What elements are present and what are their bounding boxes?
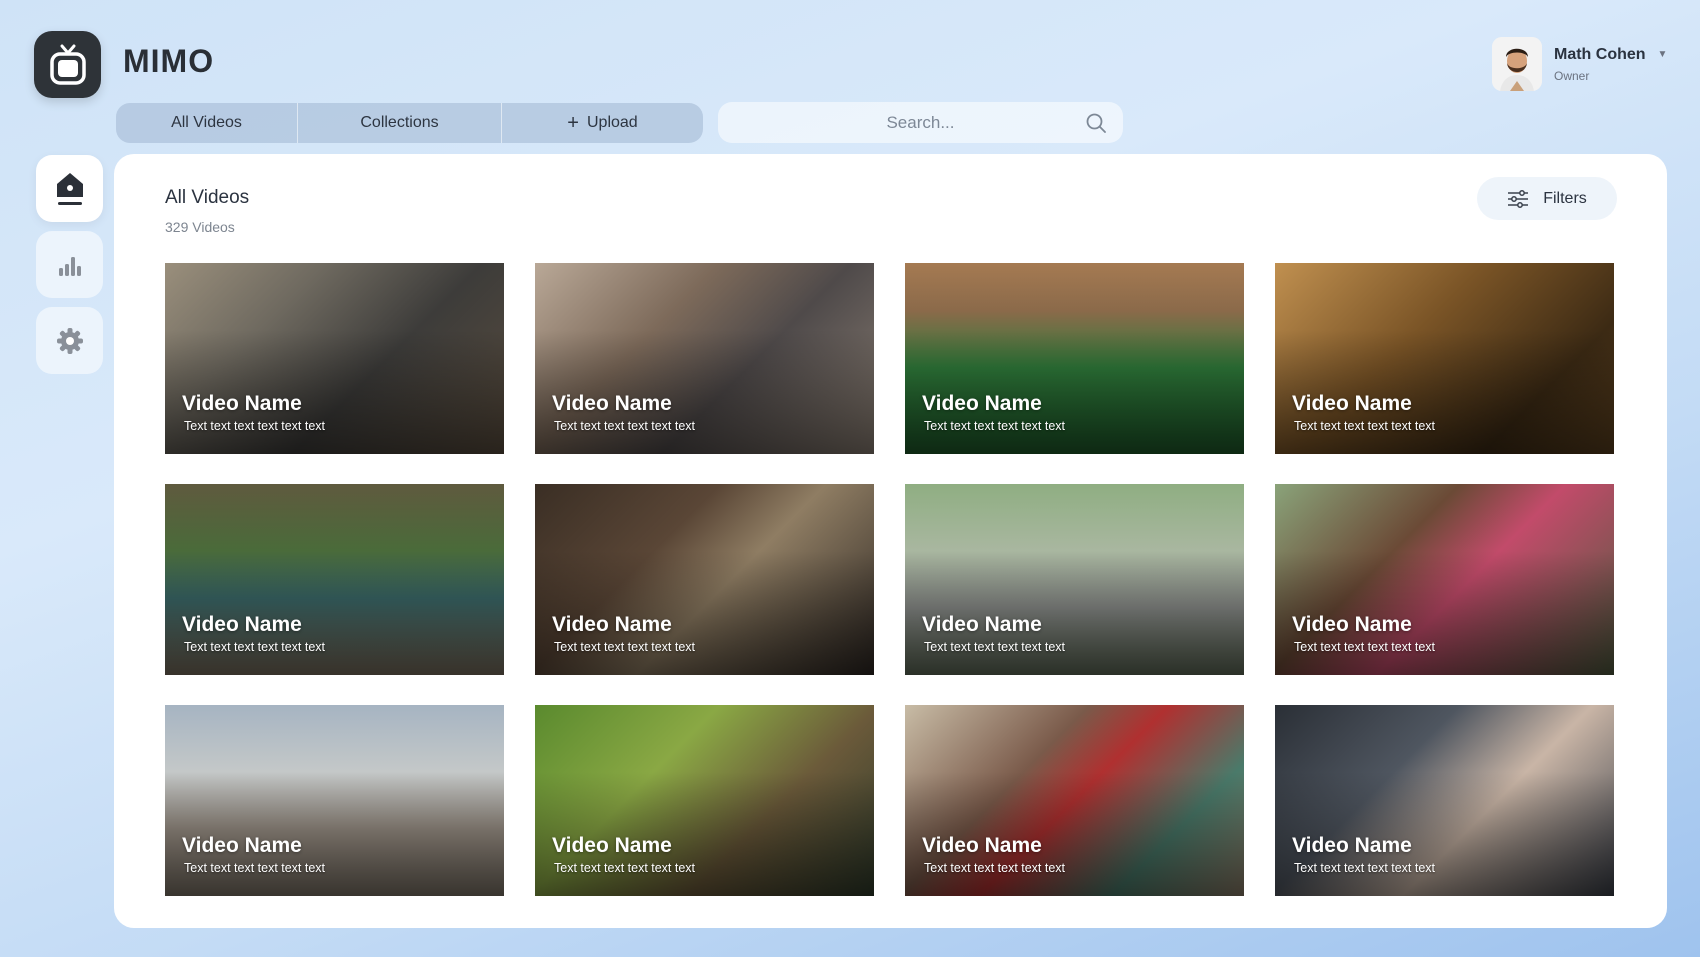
video-title: Video Name [182,392,302,415]
main-panel: All Videos 329 Videos Filters Video Name… [114,154,1667,928]
video-card[interactable]: Video Name Text text text text text text [165,705,504,896]
video-description: Text text text text text text [924,640,1066,654]
search-icon[interactable] [1085,112,1107,134]
app-logo[interactable] [34,31,101,98]
video-title: Video Name [922,613,1042,636]
video-description: Text text text text text text [184,419,326,433]
video-card[interactable]: Video Name Text text text text text text [535,263,874,454]
chevron-down-icon[interactable]: ▼ [1658,49,1668,60]
sidebar-item-settings[interactable] [36,307,103,374]
plus-icon: + [567,112,579,134]
video-card[interactable]: Video Name Text text text text text text [1275,484,1614,675]
tv-icon [49,44,86,85]
top-tabs: All Videos Collections + Upload [116,103,703,143]
video-description: Text text text text text text [924,419,1066,433]
video-grid: Video Name Text text text text text text V… [165,263,1614,896]
video-card[interactable]: Video Name Text text text text text text [165,263,504,454]
video-title: Video Name [182,834,302,857]
upload-button[interactable]: + Upload [501,103,703,143]
tab-collections[interactable]: Collections [297,103,501,143]
user-profile[interactable]: Math Cohen ▼ Owner [1492,37,1667,91]
video-description: Text text text text text text [924,861,1066,875]
video-description: Text text text text text text [554,861,696,875]
bar-chart-icon [58,256,81,276]
tab-all-videos[interactable]: All Videos [116,103,297,143]
video-title: Video Name [552,392,672,415]
video-description: Text text text text text text [1294,419,1436,433]
video-card[interactable]: Video Name Text text text text text text [1275,263,1614,454]
video-description: Text text text text text text [1294,640,1436,654]
search-input[interactable] [718,102,1123,143]
sidebar-item-home[interactable] [36,155,103,222]
video-card[interactable]: Video Name Text text text text text text [165,484,504,675]
video-card[interactable]: Video Name Text text text text text text [535,484,874,675]
page-title: All Videos [165,187,250,208]
video-description: Text text text text text text [1294,861,1436,875]
video-title: Video Name [1292,834,1412,857]
gear-icon [56,327,83,354]
user-role: Owner [1554,68,1590,83]
search-box [718,102,1123,143]
video-title: Video Name [922,392,1042,415]
video-title: Video Name [1292,613,1412,636]
video-title: Video Name [922,834,1042,857]
filters-button[interactable]: Filters [1477,177,1617,220]
video-title: Video Name [1292,392,1412,415]
video-title: Video Name [552,834,672,857]
sidebar [36,155,103,383]
video-card[interactable]: Video Name Text text text text text text [535,705,874,896]
video-description: Text text text text text text [184,861,326,875]
avatar [1492,37,1542,91]
video-description: Text text text text text text [554,419,696,433]
user-name: Math Cohen [1554,45,1646,63]
video-description: Text text text text text text [184,640,326,654]
video-card[interactable]: Video Name Text text text text text text [1275,705,1614,896]
video-card[interactable]: Video Name Text text text text text text [905,484,1244,675]
video-title: Video Name [552,613,672,636]
video-title: Video Name [182,613,302,636]
video-card[interactable]: Video Name Text text text text text text [905,705,1244,896]
brand-name: MIMO [123,43,215,79]
video-card[interactable]: Video Name Text text text text text text [905,263,1244,454]
video-count: 329 Videos [165,219,235,235]
filters-icon [1508,189,1529,208]
sidebar-item-analytics[interactable] [36,231,103,298]
home-icon [56,172,83,205]
video-description: Text text text text text text [554,640,696,654]
